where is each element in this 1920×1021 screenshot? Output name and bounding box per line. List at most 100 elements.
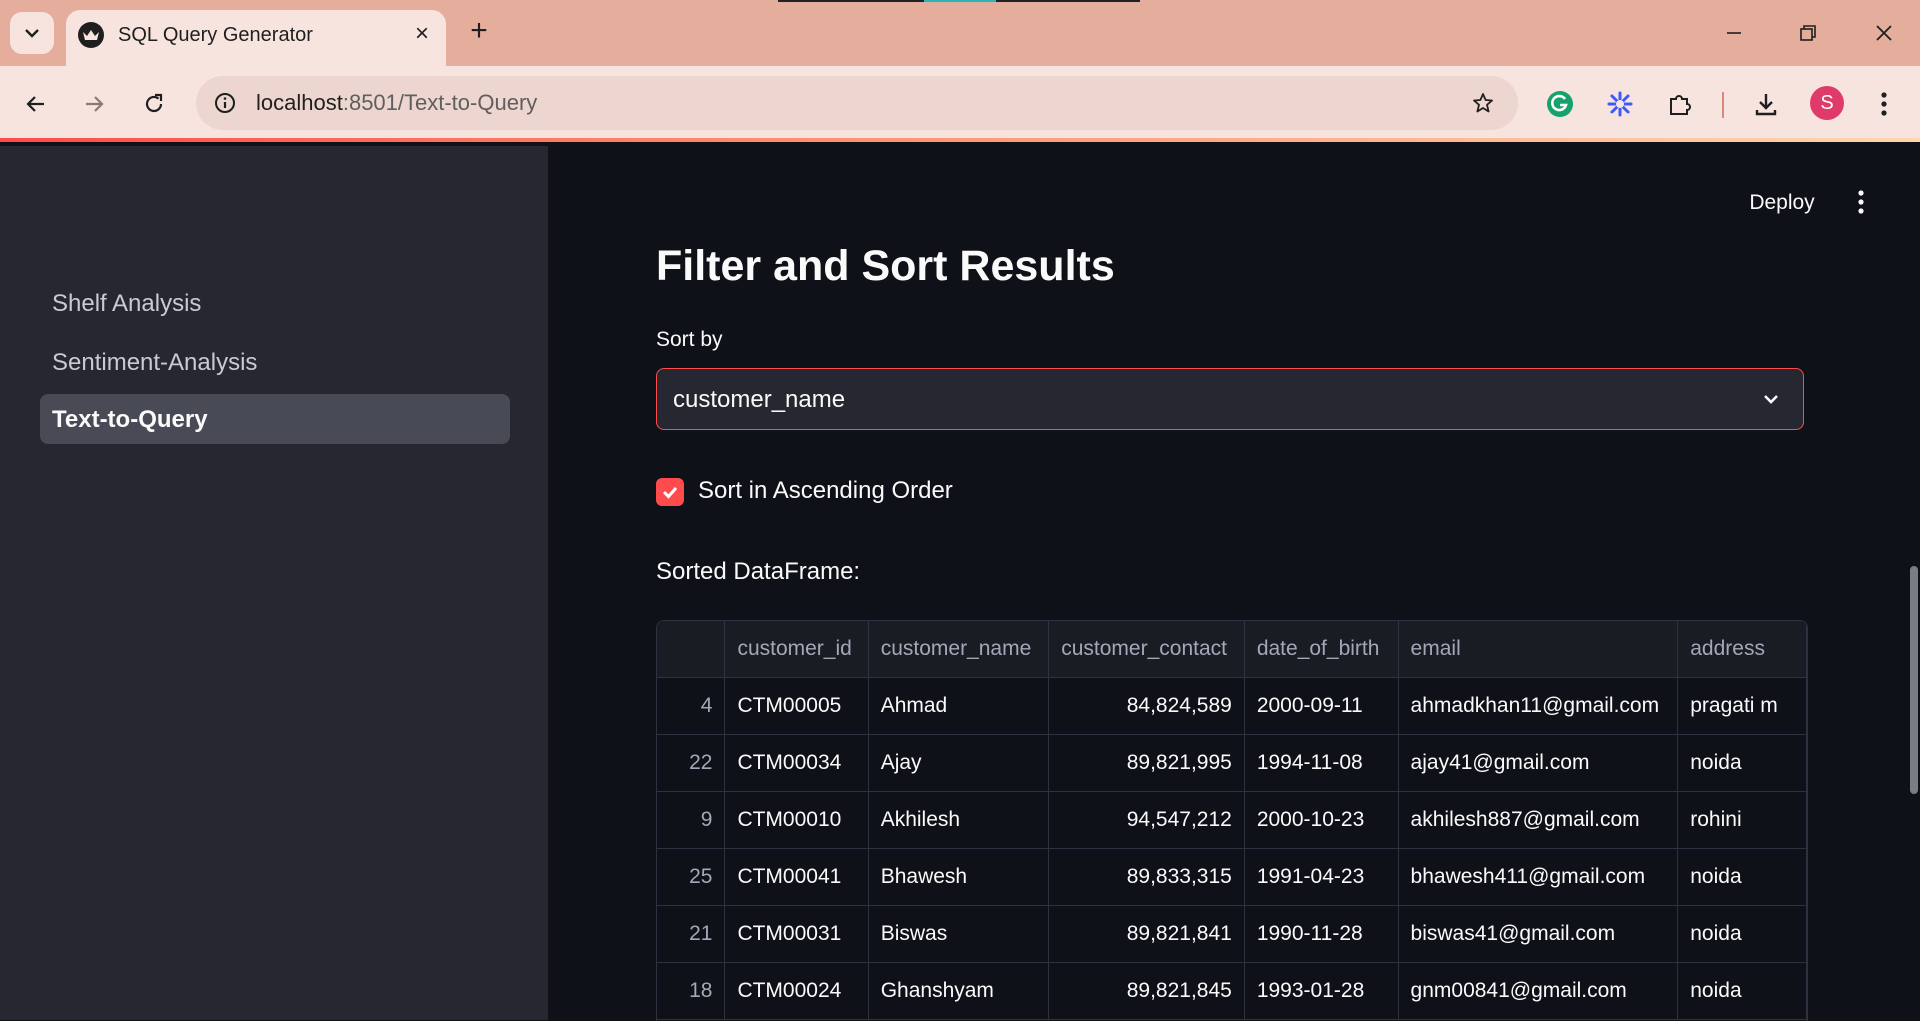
date-of-birth-cell[interactable]: 1991-04-23 — [1244, 848, 1399, 906]
back-button[interactable] — [16, 84, 56, 124]
browser-tab-active[interactable]: SQL Query Generator × — [66, 10, 446, 66]
sorted-dataframe[interactable]: customer_id customer_name customer_conta… — [656, 620, 1808, 1021]
email-cell[interactable]: biswas41@gmail.com — [1398, 905, 1679, 963]
table-row[interactable]: 18 CTM00024 Ghanshyam 89,821,845 1993-01… — [657, 962, 1807, 1020]
address-cell[interactable]: noida — [1677, 734, 1807, 792]
row-index-cell[interactable]: 4 — [657, 677, 726, 735]
row-index-cell[interactable]: 25 — [657, 848, 726, 906]
sidebar-item-shelf-analysis[interactable]: Shelf Analysis — [40, 278, 510, 328]
sidebar: Shelf Analysis Sentiment-Analysis Text-t… — [0, 146, 548, 1020]
customer-contact-cell[interactable]: 89,821,845 — [1048, 962, 1245, 1020]
row-index-cell[interactable]: 9 — [657, 791, 726, 849]
row-index-cell[interactable]: 18 — [657, 962, 726, 1020]
table-row[interactable]: 21 CTM00031 Biswas 89,821,841 1990-11-28… — [657, 905, 1807, 963]
close-tab-icon[interactable]: × — [408, 20, 436, 48]
sidebar-item-label: Text-to-Query — [52, 406, 208, 433]
close-window-button[interactable] — [1856, 12, 1912, 54]
page-scrollbar[interactable] — [1910, 566, 1918, 794]
site-info-icon[interactable] — [210, 88, 240, 118]
customer-contact-cell[interactable]: 89,833,315 — [1048, 848, 1245, 906]
sidebar-item-text-to-query[interactable]: Text-to-Query — [40, 394, 510, 444]
new-tab-button[interactable]: + — [462, 14, 496, 48]
minimize-button[interactable] — [1706, 12, 1762, 54]
restore-button[interactable] — [1780, 12, 1836, 54]
toolbar-accent-line — [0, 138, 1920, 142]
download-icon[interactable] — [1746, 84, 1786, 124]
snowflake-extension-icon[interactable] — [1600, 84, 1640, 124]
email-cell[interactable]: ajay41@gmail.com — [1398, 734, 1679, 792]
sort-by-value: customer_name — [673, 386, 846, 413]
customer-name-cell[interactable]: Ghanshyam — [868, 962, 1050, 1020]
customer-name-cell[interactable]: Ahmad — [868, 677, 1050, 735]
minimize-icon — [1727, 32, 1741, 34]
sidebar-item-label: Sentiment-Analysis — [52, 349, 258, 376]
row-index-cell[interactable]: 21 — [657, 905, 726, 963]
column-header-email[interactable]: email — [1398, 621, 1679, 678]
date-of-birth-cell[interactable]: 2000-09-11 — [1244, 677, 1399, 735]
date-of-birth-cell[interactable]: 1994-11-08 — [1244, 734, 1399, 792]
customer-name-cell[interactable]: Akhilesh — [868, 791, 1050, 849]
customer-contact-cell[interactable]: 89,821,841 — [1048, 905, 1245, 963]
customer-name-cell[interactable]: Ajay — [868, 734, 1050, 792]
column-header-customer-name[interactable]: customer_name — [868, 621, 1050, 678]
row-index-cell[interactable]: 22 — [657, 734, 726, 792]
tab-strip-accent — [996, 0, 1140, 2]
column-header-date-of-birth[interactable]: date_of_birth — [1244, 621, 1399, 678]
ascending-checkbox-label[interactable]: Sort in Ascending Order — [698, 477, 953, 505]
browser-menu-icon[interactable] — [1864, 84, 1904, 124]
address-cell[interactable]: noida — [1677, 905, 1807, 963]
sidebar-item-sentiment-analysis[interactable]: Sentiment-Analysis — [40, 337, 510, 387]
column-header-index[interactable] — [657, 621, 726, 678]
url-host: localhost — [256, 90, 343, 115]
date-of-birth-cell[interactable]: 1990-11-28 — [1244, 905, 1399, 963]
customer-contact-cell[interactable]: 89,821,995 — [1048, 734, 1245, 792]
date-of-birth-cell[interactable]: 2000-10-23 — [1244, 791, 1399, 849]
email-cell[interactable]: bhawesh411@gmail.com — [1398, 848, 1679, 906]
tab-strip-accent — [778, 0, 924, 2]
app-menu-icon[interactable] — [1848, 184, 1874, 220]
tab-title: SQL Query Generator — [118, 24, 313, 46]
dataframe-label: Sorted DataFrame: — [656, 558, 861, 585]
reload-button[interactable] — [134, 84, 174, 124]
customer-id-cell[interactable]: CTM00005 — [724, 677, 869, 735]
browser-toolbar: localhost:8501/Text-to-Query S — [0, 66, 1920, 142]
table-row[interactable]: 22 CTM00034 Ajay 89,821,995 1994-11-08 a… — [657, 734, 1807, 792]
table-row[interactable]: 9 CTM00010 Akhilesh 94,547,212 2000-10-2… — [657, 791, 1807, 849]
data-table: customer_id customer_name customer_conta… — [657, 621, 1807, 1020]
forward-button[interactable] — [74, 84, 114, 124]
checkmark-icon — [662, 487, 678, 499]
customer-contact-cell[interactable]: 94,547,212 — [1048, 791, 1245, 849]
email-cell[interactable]: gnm00841@gmail.com — [1398, 962, 1679, 1020]
address-cell[interactable]: rohini — [1677, 791, 1807, 849]
table-row[interactable]: 25 CTM00041 Bhawesh 89,833,315 1991-04-2… — [657, 848, 1807, 906]
grammarly-extension-icon[interactable] — [1540, 84, 1580, 124]
bookmark-star-icon[interactable] — [1468, 88, 1498, 118]
address-cell[interactable]: noida — [1677, 848, 1807, 906]
column-header-customer-id[interactable]: customer_id — [724, 621, 869, 678]
customer-id-cell[interactable]: CTM00034 — [724, 734, 869, 792]
sort-by-select[interactable]: customer_name — [656, 368, 1804, 430]
column-header-customer-contact[interactable]: customer_contact — [1048, 621, 1245, 678]
address-bar[interactable]: localhost:8501/Text-to-Query — [196, 76, 1518, 130]
column-header-address[interactable]: address — [1677, 621, 1807, 678]
address-cell[interactable]: noida — [1677, 962, 1807, 1020]
restore-icon — [1800, 25, 1816, 41]
customer-contact-cell[interactable]: 84,824,589 — [1048, 677, 1245, 735]
customer-id-cell[interactable]: CTM00041 — [724, 848, 869, 906]
email-cell[interactable]: akhilesh887@gmail.com — [1398, 791, 1679, 849]
address-cell[interactable]: pragati m — [1677, 677, 1807, 735]
table-row[interactable]: 4 CTM00005 Ahmad 84,824,589 2000-09-11 a… — [657, 677, 1807, 735]
customer-name-cell[interactable]: Biswas — [868, 905, 1050, 963]
date-of-birth-cell[interactable]: 1993-01-28 — [1244, 962, 1399, 1020]
deploy-button[interactable]: Deploy — [1734, 186, 1830, 220]
profile-avatar[interactable]: S — [1810, 86, 1844, 120]
customer-name-cell[interactable]: Bhawesh — [868, 848, 1050, 906]
extensions-puzzle-icon[interactable] — [1660, 84, 1700, 124]
customer-id-cell[interactable]: CTM00024 — [724, 962, 869, 1020]
customer-id-cell[interactable]: CTM00031 — [724, 905, 869, 963]
tab-strip-accent-teal — [924, 0, 996, 2]
customer-id-cell[interactable]: CTM00010 — [724, 791, 869, 849]
ascending-checkbox[interactable] — [656, 478, 684, 506]
tab-search-button[interactable] — [10, 12, 54, 54]
email-cell[interactable]: ahmadkhan11@gmail.com — [1398, 677, 1679, 735]
